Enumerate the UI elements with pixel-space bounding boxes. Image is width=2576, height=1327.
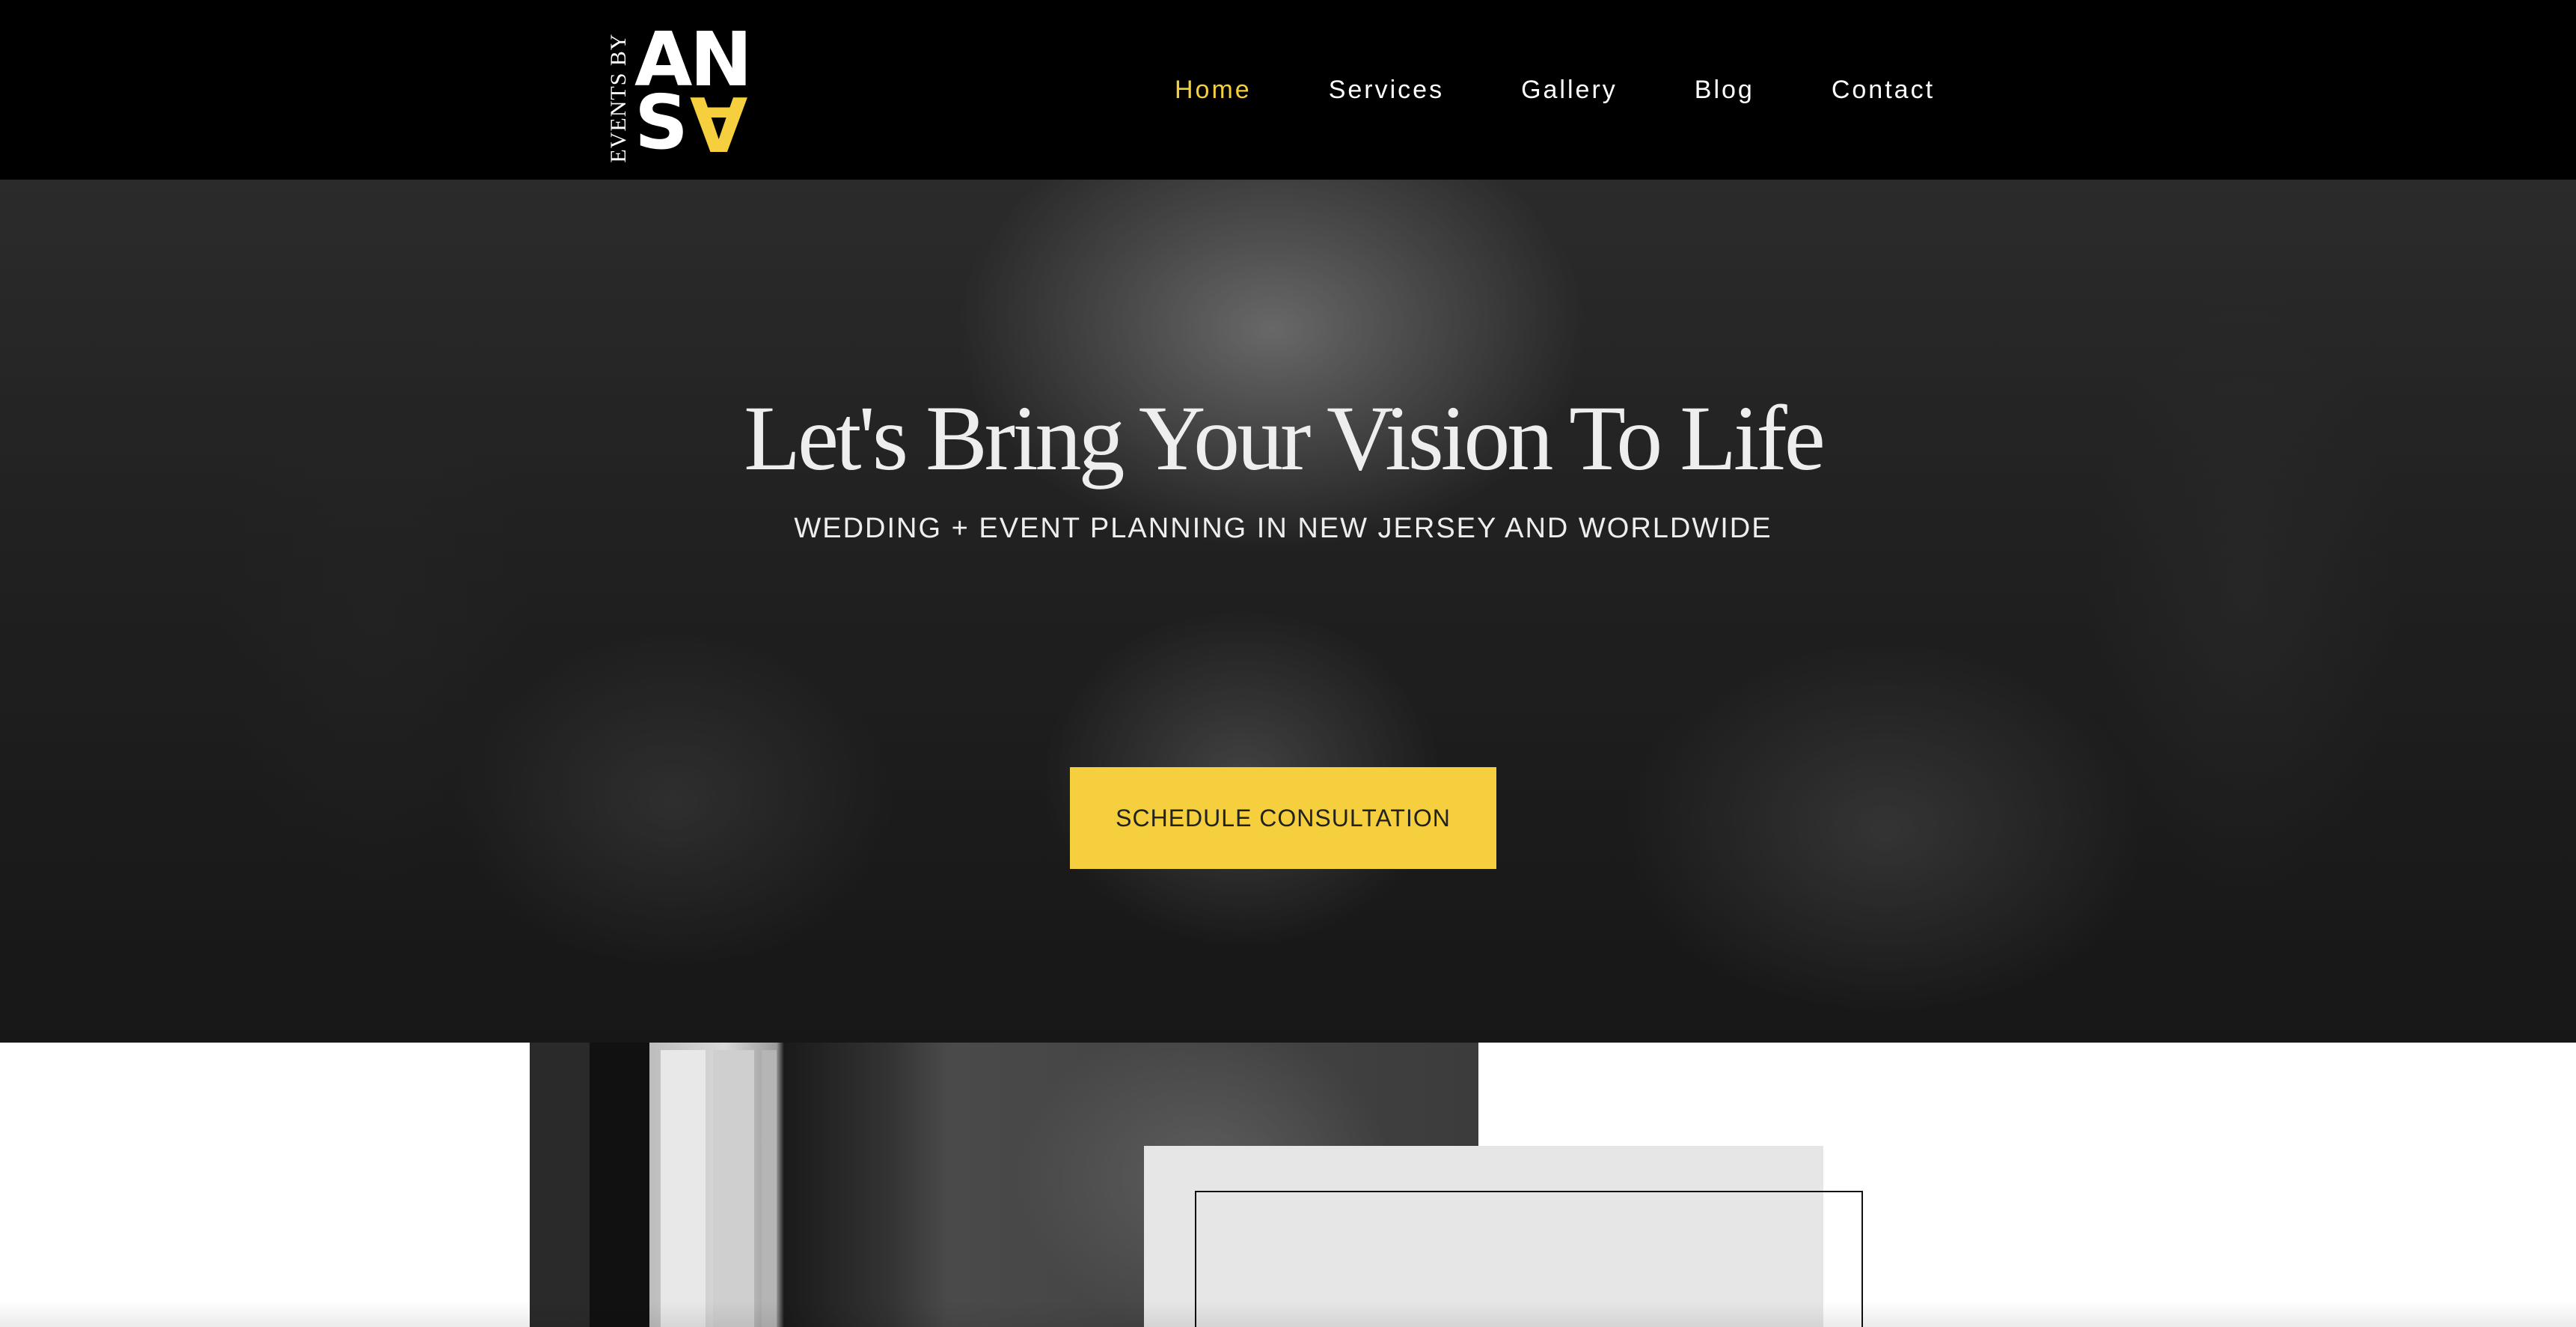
site-header: EVENTS BY A N S A Home Services Gallery … <box>0 0 2576 180</box>
window-pane <box>661 1050 706 1327</box>
nav-item-contact[interactable]: Contact <box>1832 76 1935 105</box>
about-section <box>0 1043 2576 1327</box>
main-nav: Home Services Gallery Blog Contact <box>1175 0 1935 180</box>
nav-item-gallery[interactable]: Gallery <box>1521 76 1618 105</box>
window-pane <box>762 1050 777 1327</box>
site-logo[interactable]: EVENTS BY A N S A <box>606 16 771 168</box>
scroll-shadow <box>0 1301 2576 1327</box>
logo-letter-s: S <box>634 79 689 166</box>
logo-letter-a-inverted: A <box>690 79 748 167</box>
hero-background-image <box>0 180 2576 1043</box>
nav-item-services[interactable]: Services <box>1329 76 1444 105</box>
hero-subtitle: WEDDING + EVENT PLANNING IN NEW JERSEY A… <box>794 513 1772 544</box>
schedule-consultation-button[interactable]: SCHEDULE CONSULTATION <box>1070 767 1496 869</box>
window-pane <box>713 1050 754 1327</box>
nav-item-blog[interactable]: Blog <box>1695 76 1754 105</box>
hero-title: Let's Bring Your Vision To Life <box>744 387 1826 489</box>
hero-section: Let's Bring Your Vision To Life WEDDING … <box>0 180 2576 1043</box>
nav-item-home[interactable]: Home <box>1175 76 1252 105</box>
logo-side-text: EVENTS BY <box>606 33 631 163</box>
